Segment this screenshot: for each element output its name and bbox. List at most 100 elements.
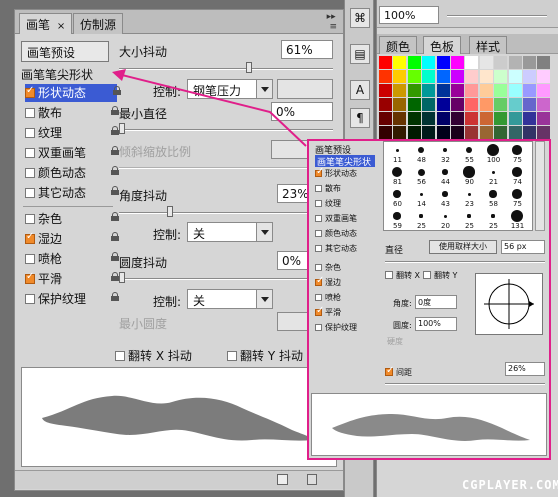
inset-option-checkbox[interactable]: [315, 230, 322, 237]
brush-tip-shape: [491, 214, 495, 218]
brush-tip-cell[interactable]: 25: [482, 209, 505, 230]
inset-option-checkbox[interactable]: [315, 294, 322, 301]
brush-tip-shape: [442, 191, 448, 197]
brush-tip-cell[interactable]: 59: [386, 209, 409, 230]
brush-tip-cell[interactable]: 32: [434, 143, 457, 164]
inset-angle-field[interactable]: 0度: [415, 295, 457, 309]
brush-tip-size: 59: [393, 222, 402, 230]
brush-tip-size: 100: [486, 156, 501, 164]
brush-tip-size: 48: [417, 156, 426, 164]
brush-tip-cell[interactable]: 25: [458, 209, 481, 230]
inset-option-checkbox[interactable]: [315, 306, 324, 316]
inset-diameter-field[interactable]: 56 px: [501, 240, 545, 254]
brush-tip-size: 75: [513, 156, 522, 164]
brush-tip-shape: [417, 168, 425, 176]
brush-tip-cell[interactable]: 74: [506, 165, 529, 186]
brush-tip-shape: [442, 169, 448, 175]
brush-tip-cell[interactable]: 14: [410, 187, 433, 208]
inset-roundness-field[interactable]: 100%: [415, 317, 457, 331]
inset-diameter-slider[interactable]: [385, 261, 545, 263]
inset-option-label: 湿边: [325, 278, 341, 287]
brush-tip-cell[interactable]: 48: [410, 143, 433, 164]
brush-tip-cell[interactable]: 75: [506, 143, 529, 164]
brush-tip-cell[interactable]: 25: [410, 209, 433, 230]
inset-spacing-slider[interactable]: [385, 383, 545, 385]
inset-flip-y[interactable]: 翻转 Y: [423, 271, 457, 280]
brush-tip-size: 25: [489, 222, 498, 230]
inset-option-item[interactable]: 双重画笔: [315, 214, 379, 223]
inset-option-label: 颜色动态: [325, 229, 357, 238]
inset-option-item[interactable]: 纹理: [315, 199, 379, 208]
brush-tip-cell[interactable]: 58: [482, 187, 505, 208]
brush-tip-shape: [443, 148, 447, 152]
inset-option-item[interactable]: 喷枪: [315, 293, 379, 302]
brush-tip-shape: [512, 167, 522, 177]
inset-flip-x[interactable]: 翻转 X: [385, 271, 420, 280]
inset-option-label: 散布: [325, 184, 341, 193]
brush-tip-shape: [467, 214, 471, 218]
inset-option-checkbox[interactable]: [315, 324, 322, 331]
brush-tip-cell[interactable]: 11: [386, 143, 409, 164]
inset-option-checkbox[interactable]: [315, 276, 324, 286]
brush-tip-size: 25: [465, 222, 474, 230]
watermark: CGPLAYER.COM: [462, 478, 558, 492]
brush-tip-shape: [512, 145, 522, 155]
inset-option-item[interactable]: 保护纹理: [315, 323, 379, 332]
inset-option-item[interactable]: 平滑: [315, 306, 379, 317]
inset-option-checkbox[interactable]: [315, 245, 322, 252]
brush-tip-cell[interactable]: 20: [434, 209, 457, 230]
brush-tip-size: 43: [441, 200, 450, 208]
brush-tip-size: 14: [417, 200, 426, 208]
brush-tip-size: 74: [513, 178, 522, 186]
brush-tip-shape: [419, 192, 423, 196]
inset-option-label: 平滑: [325, 308, 341, 317]
inset-option-checkbox[interactable]: [315, 167, 324, 177]
brush-tip-size: 90: [465, 178, 474, 186]
inset-spacing-label: 间距: [396, 368, 412, 377]
brush-tip-shape: [393, 212, 401, 220]
inset-flip-y-label: 翻转 Y: [434, 271, 458, 280]
brush-tip-size: 25: [417, 222, 426, 230]
inset-option-label: 杂色: [325, 263, 341, 272]
brush-tip-cell[interactable]: 44: [434, 165, 457, 186]
inset-option-label: 双重画笔: [325, 214, 357, 223]
inset-option-label: 纹理: [325, 199, 341, 208]
inset-option-item[interactable]: 颜色动态: [315, 229, 379, 238]
brush-tip-cell[interactable]: 21: [482, 165, 505, 186]
brush-tip-size: 44: [441, 178, 450, 186]
brush-tip-cell[interactable]: 131: [506, 209, 529, 230]
inset-option-item[interactable]: 其它动态: [315, 244, 379, 253]
brush-tip-size: 58: [489, 200, 498, 208]
inset-option-item[interactable]: 湿边: [315, 276, 379, 287]
brush-tip-cell[interactable]: 55: [458, 143, 481, 164]
brush-tip-cell[interactable]: 60: [386, 187, 409, 208]
inset-angle-label: 角度:: [393, 299, 412, 308]
brush-tip-shape: [467, 192, 471, 196]
brush-tip-size: 81: [393, 178, 402, 186]
inset-option-label: 保护纹理: [325, 323, 357, 332]
brush-grid-scrollbar[interactable]: [535, 141, 545, 231]
inset-option-checkbox[interactable]: [315, 185, 322, 192]
inset-option-item[interactable]: 形状动态: [315, 167, 379, 178]
brush-tip-cell[interactable]: 43: [434, 187, 457, 208]
inset-option-checkbox[interactable]: [315, 215, 322, 222]
brush-tip-cell[interactable]: 90: [458, 165, 481, 186]
brush-tip-cell[interactable]: 23: [458, 187, 481, 208]
angle-roundness-preview[interactable]: [475, 273, 543, 335]
brush-tip-cell[interactable]: 100: [482, 143, 505, 164]
use-sample-size-button[interactable]: 使用取样大小: [429, 240, 497, 254]
inset-option-item[interactable]: 散布: [315, 184, 379, 193]
brush-tip-shape: [418, 147, 424, 153]
inset-option-checkbox[interactable]: [315, 200, 322, 207]
brush-tip-size: 20: [441, 222, 450, 230]
inset-option-item[interactable]: 杂色: [315, 263, 379, 272]
brush-tip-size: 75: [513, 200, 522, 208]
inset-spacing-field[interactable]: 26%: [505, 362, 545, 376]
brush-tip-cell[interactable]: 75: [506, 187, 529, 208]
inset-tip-label[interactable]: 画笔笔尖形状: [315, 155, 375, 168]
brush-tip-cell[interactable]: 56: [410, 165, 433, 186]
brush-tip-shape: [443, 214, 447, 218]
inset-spacing-checkbox[interactable]: 间距: [385, 364, 412, 378]
inset-option-checkbox[interactable]: [315, 264, 322, 271]
brush-tip-cell[interactable]: 81: [386, 165, 409, 186]
